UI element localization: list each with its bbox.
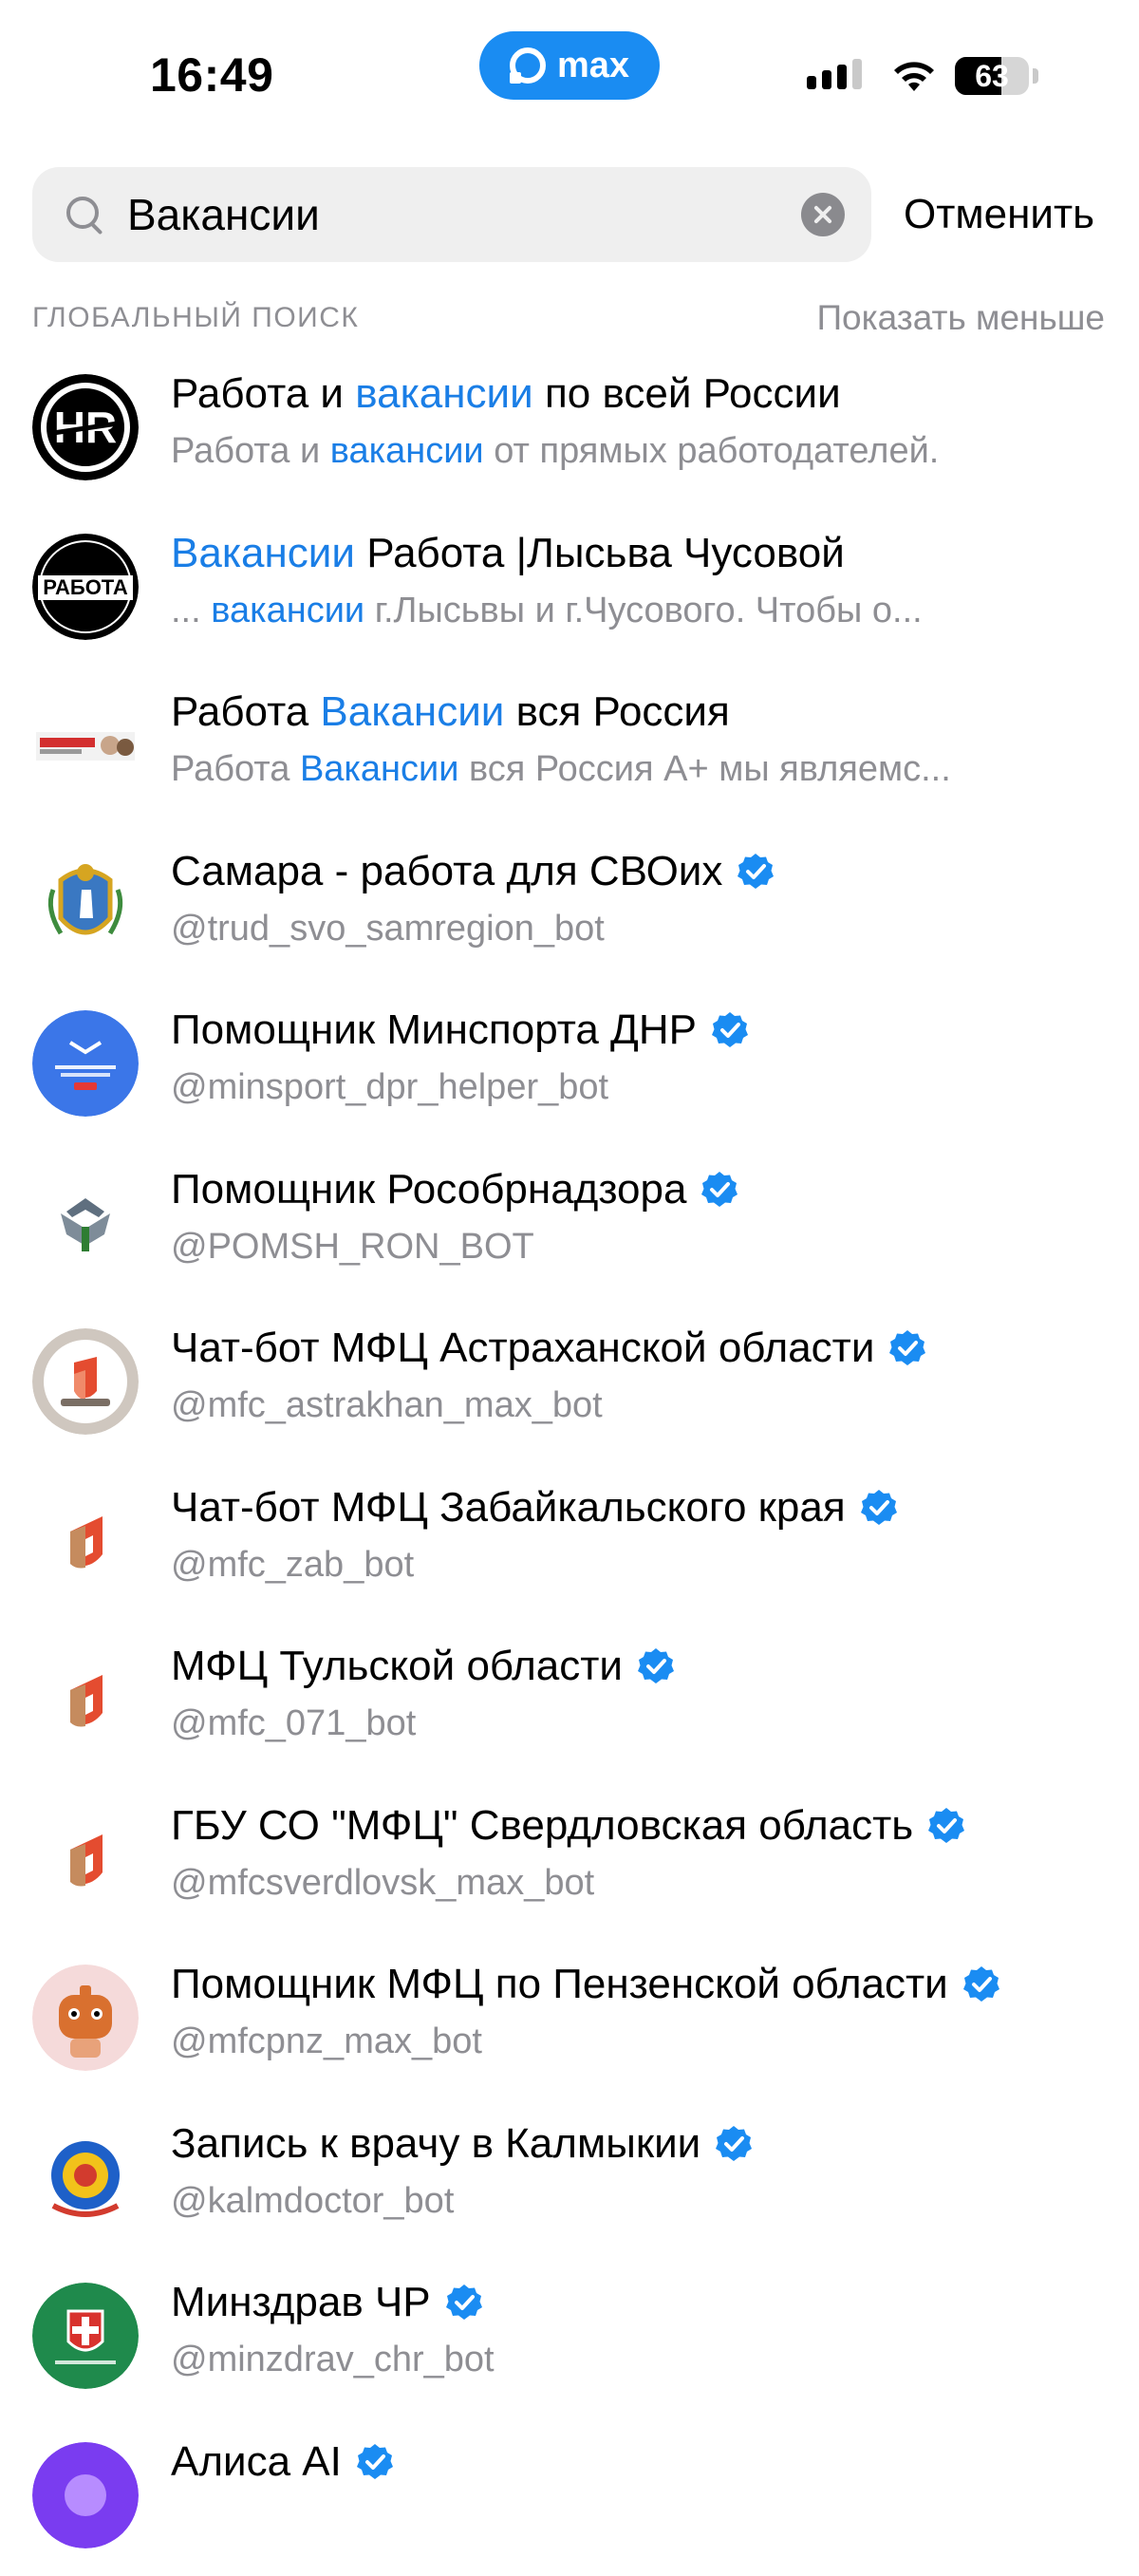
rabota-stamp-icon: РАБОТА	[32, 534, 139, 640]
result-subtitle: @POMSH_RON_BOT	[171, 1227, 534, 1268]
result-title: Чат-бот МФЦ Астраханской области	[171, 1325, 927, 1372]
verified-badge-icon	[636, 1646, 676, 1686]
verified-badge-icon	[714, 2124, 754, 2164]
search-result-item-8[interactable]: Чат-бот МФЦ Забайкальского края @mfc_zab…	[0, 1463, 1139, 1623]
result-subtitle: Работа и вакансии от прямых работодателе…	[171, 431, 939, 472]
result-title: Вакансии Работа |Лысьва Чусовой	[171, 530, 845, 577]
result-subtitle: @mfc_zab_bot	[171, 1545, 414, 1586]
search-result-item-10[interactable]: ГБУ СО "МФЦ" Свердловская область @mfcsv…	[0, 1781, 1139, 1941]
search-result-item-1[interactable]: HR Работа и вакансии по всей России Рабо…	[0, 349, 1139, 509]
verified-badge-icon	[887, 1328, 927, 1368]
rabota-vakansii-banner-icon	[32, 692, 139, 799]
battery-tip	[1033, 68, 1038, 84]
verified-badge-icon	[859, 1488, 899, 1528]
result-title: Помощник Рособрнадзора	[171, 1166, 739, 1213]
clear-search-icon[interactable]	[801, 193, 845, 236]
result-subtitle: @trud_svo_samregion_bot	[171, 909, 605, 950]
result-subtitle: @minsport_dpr_helper_bot	[171, 1067, 608, 1108]
mfc-logo-icon	[32, 1488, 139, 1594]
search-result-item-5[interactable]: Помощник Минспорта ДНР @minsport_dpr_hel…	[0, 986, 1139, 1145]
mfc-logo-icon	[32, 1646, 139, 1753]
minzdrav-chr-logo-icon	[32, 2283, 139, 2389]
mfc-astrakhan-logo-icon	[32, 1328, 139, 1435]
result-title: МФЦ Тульской области	[171, 1643, 676, 1690]
mfc-penza-mascot-icon	[32, 1965, 139, 2071]
search-result-item-6[interactable]: Помощник Рособрнадзора @POMSH_RON_BOT	[0, 1145, 1139, 1305]
search-result-item-4[interactable]: Самара - работа для СВОих @trud_svo_samr…	[0, 827, 1139, 987]
show-less-button[interactable]: Показать меньше	[816, 298, 1105, 338]
status-time: 16:49	[150, 47, 273, 103]
search-result-item-2[interactable]: РАБОТА Вакансии Работа |Лысьва Чусовой .…	[0, 509, 1139, 668]
result-subtitle: ... вакансии г.Лысьвы и г.Чусового. Чтоб…	[171, 591, 923, 631]
result-title: ГБУ СО "МФЦ" Свердловская область	[171, 1802, 966, 1850]
search-result-item-3[interactable]: Работа Вакансии вся Россия Работа Ваканс…	[0, 668, 1139, 827]
status-bar: 16:49 max 63	[0, 0, 1139, 142]
search-bar[interactable]	[32, 167, 871, 262]
verified-badge-icon	[926, 1806, 966, 1846]
minsport-dnr-logo-icon	[32, 1010, 139, 1117]
verified-badge-icon	[710, 1010, 750, 1050]
svg-text:РАБОТА: РАБОТА	[43, 575, 128, 599]
verified-badge-icon	[700, 1170, 739, 1210]
result-subtitle: Работа Вакансии вся Россия А+ мы являемс…	[171, 749, 951, 790]
cancel-button[interactable]: Отменить	[904, 186, 1094, 243]
search-input[interactable]	[127, 189, 801, 240]
max-logo-icon	[510, 47, 546, 84]
result-subtitle: @mfc_071_bot	[171, 1703, 416, 1744]
result-title: Самара - работа для СВОих	[171, 848, 775, 895]
result-title: Работа и вакансии по всей России	[171, 370, 841, 418]
kalmykia-emblem-icon	[32, 2124, 139, 2230]
search-result-item-7[interactable]: Чат-бот МФЦ Астраханской области @mfc_as…	[0, 1304, 1139, 1463]
result-title: Чат-бот МФЦ Забайкальского края	[171, 1484, 899, 1532]
max-app-badge[interactable]: max	[479, 31, 660, 100]
result-title: Помощник МФЦ по Пензенской области	[171, 1961, 1001, 2008]
search-results-list: HR Работа и вакансии по всей России Рабо…	[0, 349, 1139, 2576]
result-title: Помощник Минспорта ДНР	[171, 1006, 750, 1054]
mfc-logo-icon	[32, 1806, 139, 1912]
result-title: Запись к врачу в Калмыкии	[171, 2120, 754, 2168]
result-subtitle: @mfc_astrakhan_max_bot	[171, 1385, 603, 1426]
battery-icon: 63	[955, 57, 1029, 95]
hr-logo-icon: HR	[32, 374, 139, 480]
verified-badge-icon	[444, 2283, 484, 2322]
result-subtitle: @minzdrav_chr_bot	[171, 2340, 495, 2380]
samara-coat-of-arms-icon	[32, 852, 139, 958]
rosobrnadzor-emblem-icon	[32, 1170, 139, 1276]
result-subtitle: @mfcsverdlovsk_max_bot	[171, 1863, 594, 1904]
verified-badge-icon	[355, 2442, 395, 2482]
result-subtitle: @kalmdoctor_bot	[171, 2181, 454, 2222]
alisa-ai-logo-icon	[32, 2442, 139, 2548]
max-app-badge-label: max	[557, 46, 629, 86]
result-title: Минздрав ЧР	[171, 2279, 484, 2326]
search-result-item-14[interactable]: Алиса AI	[0, 2417, 1139, 2576]
search-result-item-11[interactable]: Помощник МФЦ по Пензенской области @mfcp…	[0, 1940, 1139, 2099]
result-title: Алиса AI	[171, 2438, 395, 2486]
verified-badge-icon	[962, 1965, 1001, 2004]
search-result-item-12[interactable]: Запись к врачу в Калмыкии @kalmdoctor_bo…	[0, 2099, 1139, 2259]
result-title: Работа Вакансии вся Россия	[171, 688, 730, 736]
section-title: ГЛОБАЛЬНЫЙ ПОИСК	[32, 302, 359, 334]
search-icon	[65, 195, 104, 235]
result-subtitle: @mfcpnz_max_bot	[171, 2021, 482, 2062]
wifi-icon	[890, 57, 938, 95]
cellular-signal-icon	[807, 59, 862, 89]
verified-badge-icon	[736, 852, 775, 892]
search-result-item-13[interactable]: Минздрав ЧР @minzdrav_chr_bot	[0, 2258, 1139, 2417]
battery-percent: 63	[955, 57, 1029, 95]
search-result-item-9[interactable]: МФЦ Тульской области @mfc_071_bot	[0, 1622, 1139, 1781]
